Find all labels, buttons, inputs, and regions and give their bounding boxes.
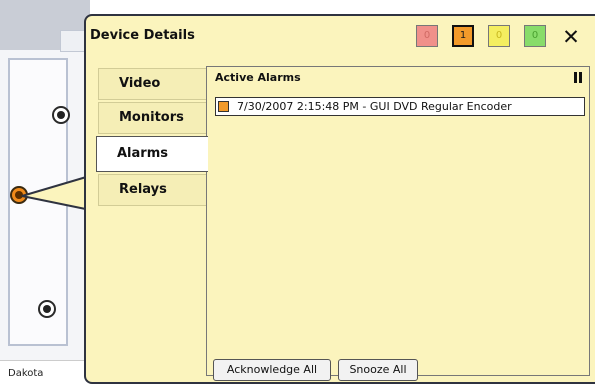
close-icon[interactable]: ✕ xyxy=(556,24,586,50)
medium-count-badge[interactable]: 0 xyxy=(488,25,510,47)
tab-alarms[interactable]: Alarms xyxy=(96,136,208,172)
device-marker-icon[interactable] xyxy=(52,106,70,124)
alarms-panel: Active Alarms 7/30/2007 2:15:48 PM - GUI… xyxy=(206,66,590,381)
alarm-text: 7/30/2007 2:15:48 PM - GUI DVD Regular E… xyxy=(237,100,512,113)
high-count-badge[interactable]: 1 xyxy=(452,25,474,47)
alarm-list-item[interactable]: 7/30/2007 2:15:48 PM - GUI DVD Regular E… xyxy=(215,97,585,116)
device-details-popup: Device Details 0 1 0 0 ✕ Video Monitors … xyxy=(84,14,595,384)
floor-plan-map[interactable]: Dakota xyxy=(0,0,90,386)
acknowledge-all-button[interactable]: Acknowledge All xyxy=(213,359,331,381)
map-location-label: Dakota xyxy=(0,360,90,386)
device-marker-icon[interactable] xyxy=(38,300,56,318)
active-alarms-heading: Active Alarms xyxy=(215,71,301,84)
alarm-severity-swatch xyxy=(218,101,229,112)
tab-video[interactable]: Video xyxy=(98,68,210,100)
critical-count-badge[interactable]: 0 xyxy=(416,25,438,47)
map-room xyxy=(60,30,86,52)
selected-device-marker-icon[interactable] xyxy=(10,186,28,204)
pause-icon[interactable] xyxy=(573,72,583,83)
popup-title: Device Details xyxy=(90,28,195,43)
low-count-badge[interactable]: 0 xyxy=(524,25,546,47)
snooze-all-button[interactable]: Snooze All xyxy=(338,359,418,381)
tab-relays[interactable]: Relays xyxy=(98,174,210,206)
tab-monitors[interactable]: Monitors xyxy=(98,102,210,134)
